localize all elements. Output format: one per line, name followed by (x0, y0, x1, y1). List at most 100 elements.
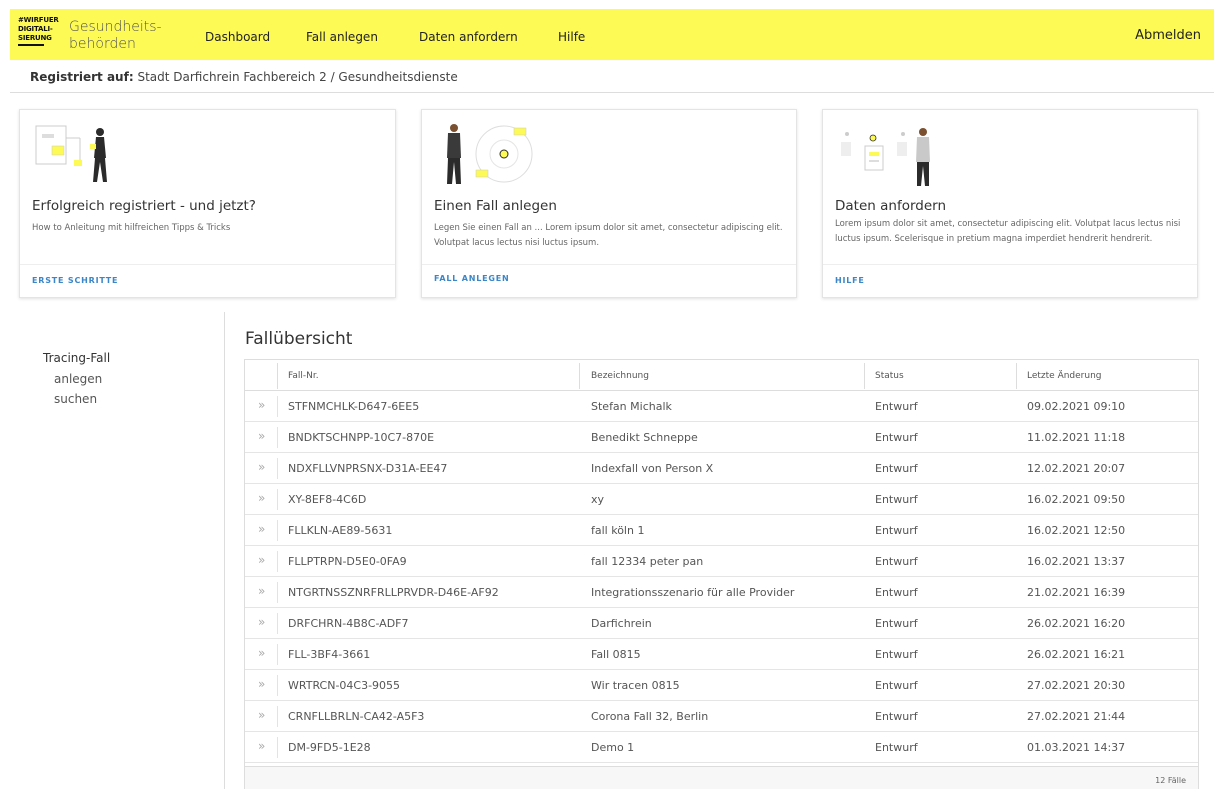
cell-letzte-aenderung: 27.02.2021 20:30 (1027, 679, 1126, 692)
app-title[interactable]: Gesundheits- behörden (69, 19, 162, 53)
table-row[interactable]: » WRTRCN-04C3-9055 Wir tracen 0815 Entwu… (245, 670, 1198, 701)
cell-bezeichnung: fall 12334 peter pan (591, 555, 704, 568)
table-row[interactable]: » NTGRTNSSZNRFRLLPRVDR-D46E-AF92 Integra… (245, 577, 1198, 608)
card-getting-started: Erfolgreich registriert - und jetzt? How… (19, 109, 396, 298)
table-row[interactable]: » CRNFLLBRLN-CA42-A5F3 Corona Fall 32, B… (245, 701, 1198, 732)
cell-separator (277, 551, 278, 572)
app-title-line-2: behörden (69, 36, 136, 52)
table-row[interactable]: » FLLPTRPN-D5E0-0FA9 fall 12334 peter pa… (245, 546, 1198, 577)
onboarding-illustration-icon (35, 125, 107, 182)
hilfe-link[interactable]: HILFE (835, 276, 865, 285)
cell-fall-nr: FLLPTRPN-D5E0-0FA9 (288, 555, 407, 568)
nav-fall-anlegen[interactable]: Fall anlegen (306, 30, 378, 44)
cell-fall-nr: XY-8EF8-4C6D (288, 493, 367, 506)
card-divider (422, 264, 796, 265)
cell-letzte-aenderung: 12.02.2021 20:07 (1027, 462, 1126, 475)
cell-letzte-aenderung: 21.02.2021 16:39 (1027, 586, 1126, 599)
table-row[interactable]: » NDXFLLVNPRSNX-D31A-EE47 Indexfall von … (245, 453, 1198, 484)
case-table: Fall-Nr. Bezeichnung Status Letzte Änder… (244, 359, 1199, 789)
chevron-double-right-icon[interactable]: » (258, 615, 265, 629)
nav-hilfe[interactable]: Hilfe (558, 30, 585, 44)
card-text: How to Anleitung mit hilfreichen Tipps &… (32, 223, 231, 233)
card-text: Legen Sie einen Fall an ... Lorem ipsum … (434, 223, 783, 248)
card-title: Daten anfordern (835, 198, 947, 214)
header-separator (277, 363, 278, 389)
chevron-double-right-icon[interactable]: » (258, 646, 265, 660)
cell-separator (277, 613, 278, 634)
column-header-status[interactable]: Status (875, 371, 904, 381)
cell-letzte-aenderung: 16.02.2021 09:50 (1027, 493, 1126, 506)
chevron-double-right-icon[interactable]: » (258, 739, 265, 753)
column-header-bezeichnung[interactable]: Bezeichnung (591, 371, 649, 381)
cell-separator (277, 458, 278, 479)
logout-link[interactable]: Abmelden (1135, 28, 1201, 43)
sidebar-item-anlegen[interactable]: anlegen (54, 372, 102, 386)
cell-bezeichnung: Darfichrein (591, 617, 652, 630)
cell-letzte-aenderung: 16.02.2021 13:37 (1027, 555, 1126, 568)
cell-status: Entwurf (875, 617, 918, 630)
app-title-line-1: Gesundheits- (69, 19, 162, 35)
column-header-letzte-aenderung[interactable]: Letzte Änderung (1027, 371, 1102, 381)
column-header-fall-nr[interactable]: Fall-Nr. (288, 371, 319, 381)
card-create-case: Einen Fall anlegen Legen Sie einen Fall … (421, 109, 797, 298)
table-row[interactable]: » FLLKLN-AE89-5631 fall köln 1 Entwurf 1… (245, 515, 1198, 546)
logo-line-1: #WIRFUER (18, 16, 59, 24)
table-row[interactable]: » STFNMCHLK-D647-6EE5 Stefan Michalk Ent… (245, 391, 1198, 422)
nav-daten-anfordern[interactable]: Daten anfordern (419, 30, 518, 44)
chevron-double-right-icon[interactable]: » (258, 491, 265, 505)
cell-status: Entwurf (875, 555, 918, 568)
header-separator (1016, 363, 1017, 389)
top-navigation-bar: #WIRFUER DIGITALI- SIERUNG Gesundheits- … (10, 9, 1214, 60)
cell-fall-nr: CRNFLLBRLN-CA42-A5F3 (288, 710, 425, 723)
cell-bezeichnung: fall köln 1 (591, 524, 645, 537)
cell-letzte-aenderung: 26.02.2021 16:21 (1027, 648, 1126, 661)
cell-fall-nr: FLL-3BF4-3661 (288, 648, 371, 661)
cell-bezeichnung: Integrationsszenario für alle Provider (591, 586, 795, 599)
cell-letzte-aenderung: 27.02.2021 21:44 (1027, 710, 1126, 723)
logo-underline (18, 44, 44, 46)
table-row[interactable]: » DRFCHRN-4B8C-ADF7 Darfichrein Entwurf … (245, 608, 1198, 639)
cell-fall-nr: NTGRTNSSZNRFRLLPRVDR-D46E-AF92 (288, 586, 499, 599)
cell-fall-nr: NDXFLLVNPRSNX-D31A-EE47 (288, 462, 448, 475)
cell-fall-nr: DRFCHRN-4B8C-ADF7 (288, 617, 409, 630)
table-row[interactable]: » DM-9FD5-1E28 Demo 1 Entwurf 01.03.2021… (245, 732, 1198, 763)
cell-status: Entwurf (875, 679, 918, 692)
cell-separator (277, 582, 278, 603)
cell-letzte-aenderung: 09.02.2021 09:10 (1027, 400, 1126, 413)
cell-bezeichnung: Corona Fall 32, Berlin (591, 710, 709, 723)
table-footer: 12 Fälle (245, 766, 1198, 789)
cell-separator (277, 675, 278, 696)
nav-dashboard[interactable]: Dashboard (205, 30, 270, 44)
erste-schritte-link[interactable]: ERSTE SCHRITTE (32, 276, 118, 285)
chevron-double-right-icon[interactable]: » (258, 429, 265, 443)
cell-bezeichnung: Wir tracen 0815 (591, 679, 680, 692)
table-header: Fall-Nr. Bezeichnung Status Letzte Änder… (245, 360, 1198, 391)
chevron-double-right-icon[interactable]: » (258, 708, 265, 722)
fall-anlegen-link[interactable]: FALL ANLEGEN (434, 274, 510, 283)
card-text: Lorem ipsum dolor sit amet, consectetur … (835, 219, 1181, 244)
table-row[interactable]: » FLL-3BF4-3661 Fall 0815 Entwurf 26.02.… (245, 639, 1198, 670)
chevron-double-right-icon[interactable]: » (258, 398, 265, 412)
header-separator (579, 363, 580, 389)
table-row[interactable]: » BNDKTSCHNPP-10C7-870E Benedikt Schnepp… (245, 422, 1198, 453)
chevron-double-right-icon[interactable]: » (258, 522, 265, 536)
header-separator (864, 363, 865, 389)
case-count: 12 Fälle (1155, 776, 1186, 785)
cell-status: Entwurf (875, 741, 918, 754)
table-row[interactable]: » XY-8EF8-4C6D xy Entwurf 16.02.2021 09:… (245, 484, 1198, 515)
cell-letzte-aenderung: 26.02.2021 16:20 (1027, 617, 1126, 630)
chevron-double-right-icon[interactable]: » (258, 677, 265, 691)
cell-letzte-aenderung: 01.03.2021 14:37 (1027, 741, 1126, 754)
card-request-data: Daten anfordern Lorem ipsum dolor sit am… (822, 109, 1198, 298)
logo-line-3: SIERUNG (18, 34, 52, 42)
chevron-double-right-icon[interactable]: » (258, 460, 265, 474)
cell-separator (277, 489, 278, 510)
wirfuerdigitalisierung-logo[interactable]: #WIRFUER DIGITALI- SIERUNG (18, 16, 59, 46)
cell-bezeichnung: Stefan Michalk (591, 400, 672, 413)
chevron-double-right-icon[interactable]: » (258, 584, 265, 598)
cell-separator (277, 520, 278, 541)
sidebar-item-suchen[interactable]: suchen (54, 392, 97, 406)
chevron-double-right-icon[interactable]: » (258, 553, 265, 567)
cell-status: Entwurf (875, 648, 918, 661)
cell-status: Entwurf (875, 400, 918, 413)
